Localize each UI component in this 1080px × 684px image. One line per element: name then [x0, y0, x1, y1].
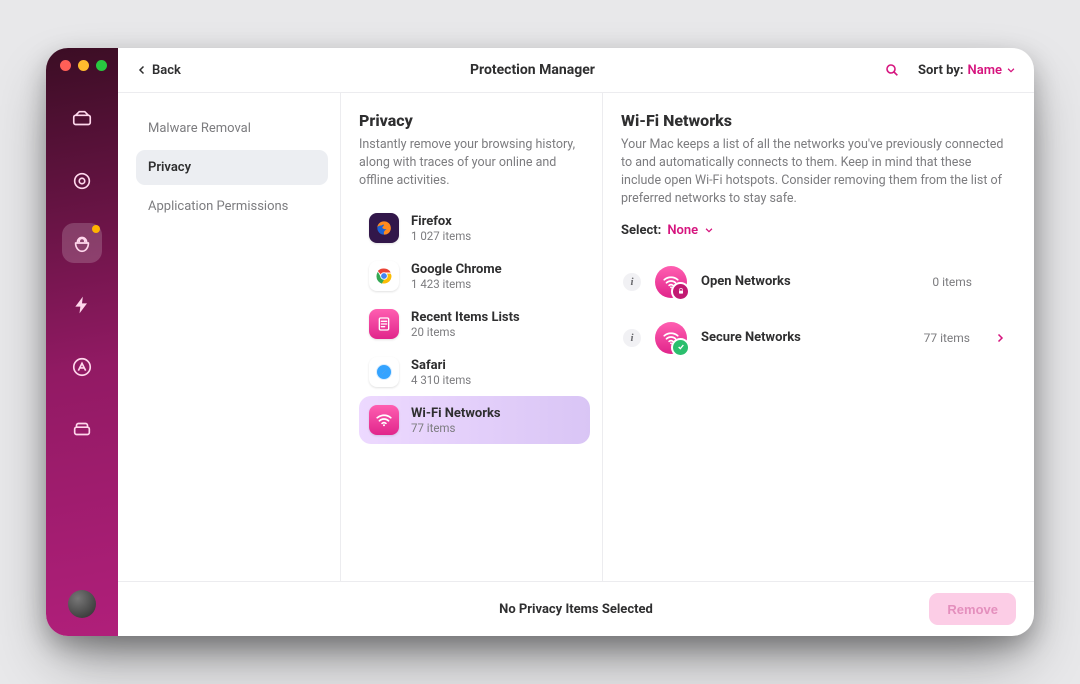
check-badge-icon — [671, 338, 690, 357]
network-name: Secure Networks — [701, 330, 910, 345]
sort-label: Sort by: — [918, 63, 964, 78]
network-row-open[interactable]: i Open Networks 0 items — [621, 254, 1010, 310]
app-sub: 20 items — [411, 325, 520, 339]
select-control[interactable]: Select: None — [621, 223, 1010, 238]
app-sub: 1 027 items — [411, 229, 471, 243]
network-count: 77 items — [924, 331, 970, 345]
footer: No Privacy Items Selected Remove — [118, 581, 1034, 636]
safari-icon — [369, 357, 399, 387]
app-name: Safari — [411, 358, 471, 373]
left-rail — [46, 48, 118, 636]
user-avatar[interactable] — [68, 590, 96, 618]
search-icon[interactable] — [884, 62, 900, 78]
privacy-item-wifi[interactable]: Wi-Fi Networks 77 items — [359, 396, 590, 444]
rail-dashboard-icon[interactable] — [62, 99, 102, 139]
traffic-lights[interactable] — [60, 60, 107, 77]
app-name: Recent Items Lists — [411, 310, 520, 325]
open-network-icon — [655, 266, 687, 298]
back-label: Back — [152, 63, 181, 78]
columns: Malware Removal Privacy Application Perm… — [118, 93, 1034, 581]
sidebar-item-application-permissions[interactable]: Application Permissions — [136, 189, 328, 224]
privacy-column: Privacy Instantly remove your browsing h… — [340, 93, 602, 581]
app-name: Wi-Fi Networks — [411, 406, 501, 421]
app-name: Firefox — [411, 214, 471, 229]
secure-network-icon — [655, 322, 687, 354]
chrome-icon — [369, 261, 399, 291]
app-name: Google Chrome — [411, 262, 502, 277]
privacy-desc: Instantly remove your browsing history, … — [359, 136, 590, 190]
recent-items-icon — [369, 309, 399, 339]
main-pane: Back Protection Manager Sort by: Name Ma… — [118, 48, 1034, 636]
close-window-icon[interactable] — [60, 60, 71, 71]
chevron-down-icon — [704, 225, 714, 235]
page-title: Protection Manager — [191, 62, 874, 78]
info-icon[interactable]: i — [623, 273, 641, 291]
app-sub: 77 items — [411, 421, 501, 435]
rail-uninstaller-icon[interactable] — [62, 347, 102, 387]
app-sub: 4 310 items — [411, 373, 471, 387]
sidebar-item-malware-removal[interactable]: Malware Removal — [136, 111, 328, 146]
detail-heading: Wi-Fi Networks — [621, 111, 1010, 130]
topbar: Back Protection Manager Sort by: Name — [118, 48, 1034, 93]
network-name: Open Networks — [701, 274, 918, 289]
rail-speed-icon[interactable] — [62, 285, 102, 325]
wifi-icon — [369, 405, 399, 435]
lock-badge-icon — [671, 282, 690, 301]
privacy-item-firefox[interactable]: Firefox 1 027 items — [359, 204, 590, 252]
privacy-item-recent[interactable]: Recent Items Lists 20 items — [359, 300, 590, 348]
privacy-item-chrome[interactable]: Google Chrome 1 423 items — [359, 252, 590, 300]
zoom-window-icon[interactable] — [96, 60, 107, 71]
detail-column: Wi-Fi Networks Your Mac keeps a list of … — [602, 93, 1034, 581]
sidebar-item-privacy[interactable]: Privacy — [136, 150, 328, 185]
sort-value: Name — [968, 63, 1002, 78]
remove-button[interactable]: Remove — [929, 593, 1016, 625]
rail-privacy-icon[interactable] — [62, 223, 102, 263]
select-label: Select: — [621, 223, 661, 238]
rail-files-icon[interactable] — [62, 409, 102, 449]
sort-control[interactable]: Sort by: Name — [918, 63, 1016, 78]
privacy-heading: Privacy — [359, 111, 590, 130]
detail-desc: Your Mac keeps a list of all the network… — [621, 136, 1010, 209]
firefox-icon — [369, 213, 399, 243]
back-button[interactable]: Back — [136, 63, 181, 78]
sidebar-column: Malware Removal Privacy Application Perm… — [118, 93, 340, 581]
minimize-window-icon[interactable] — [78, 60, 89, 71]
rail-scan-icon[interactable] — [62, 161, 102, 201]
chevron-left-icon — [136, 64, 148, 76]
network-row-secure[interactable]: i Secure Networks 77 items — [621, 310, 1010, 366]
footer-status: No Privacy Items Selected — [499, 602, 653, 617]
app-sub: 1 423 items — [411, 277, 502, 291]
rail-badge-icon — [92, 225, 100, 233]
chevron-down-icon — [1006, 65, 1016, 75]
select-value: None — [667, 223, 698, 238]
network-count: 0 items — [932, 275, 972, 289]
chevron-right-icon[interactable] — [994, 332, 1006, 344]
info-icon[interactable]: i — [623, 329, 641, 347]
privacy-item-safari[interactable]: Safari 4 310 items — [359, 348, 590, 396]
app-window: Back Protection Manager Sort by: Name Ma… — [46, 48, 1034, 636]
